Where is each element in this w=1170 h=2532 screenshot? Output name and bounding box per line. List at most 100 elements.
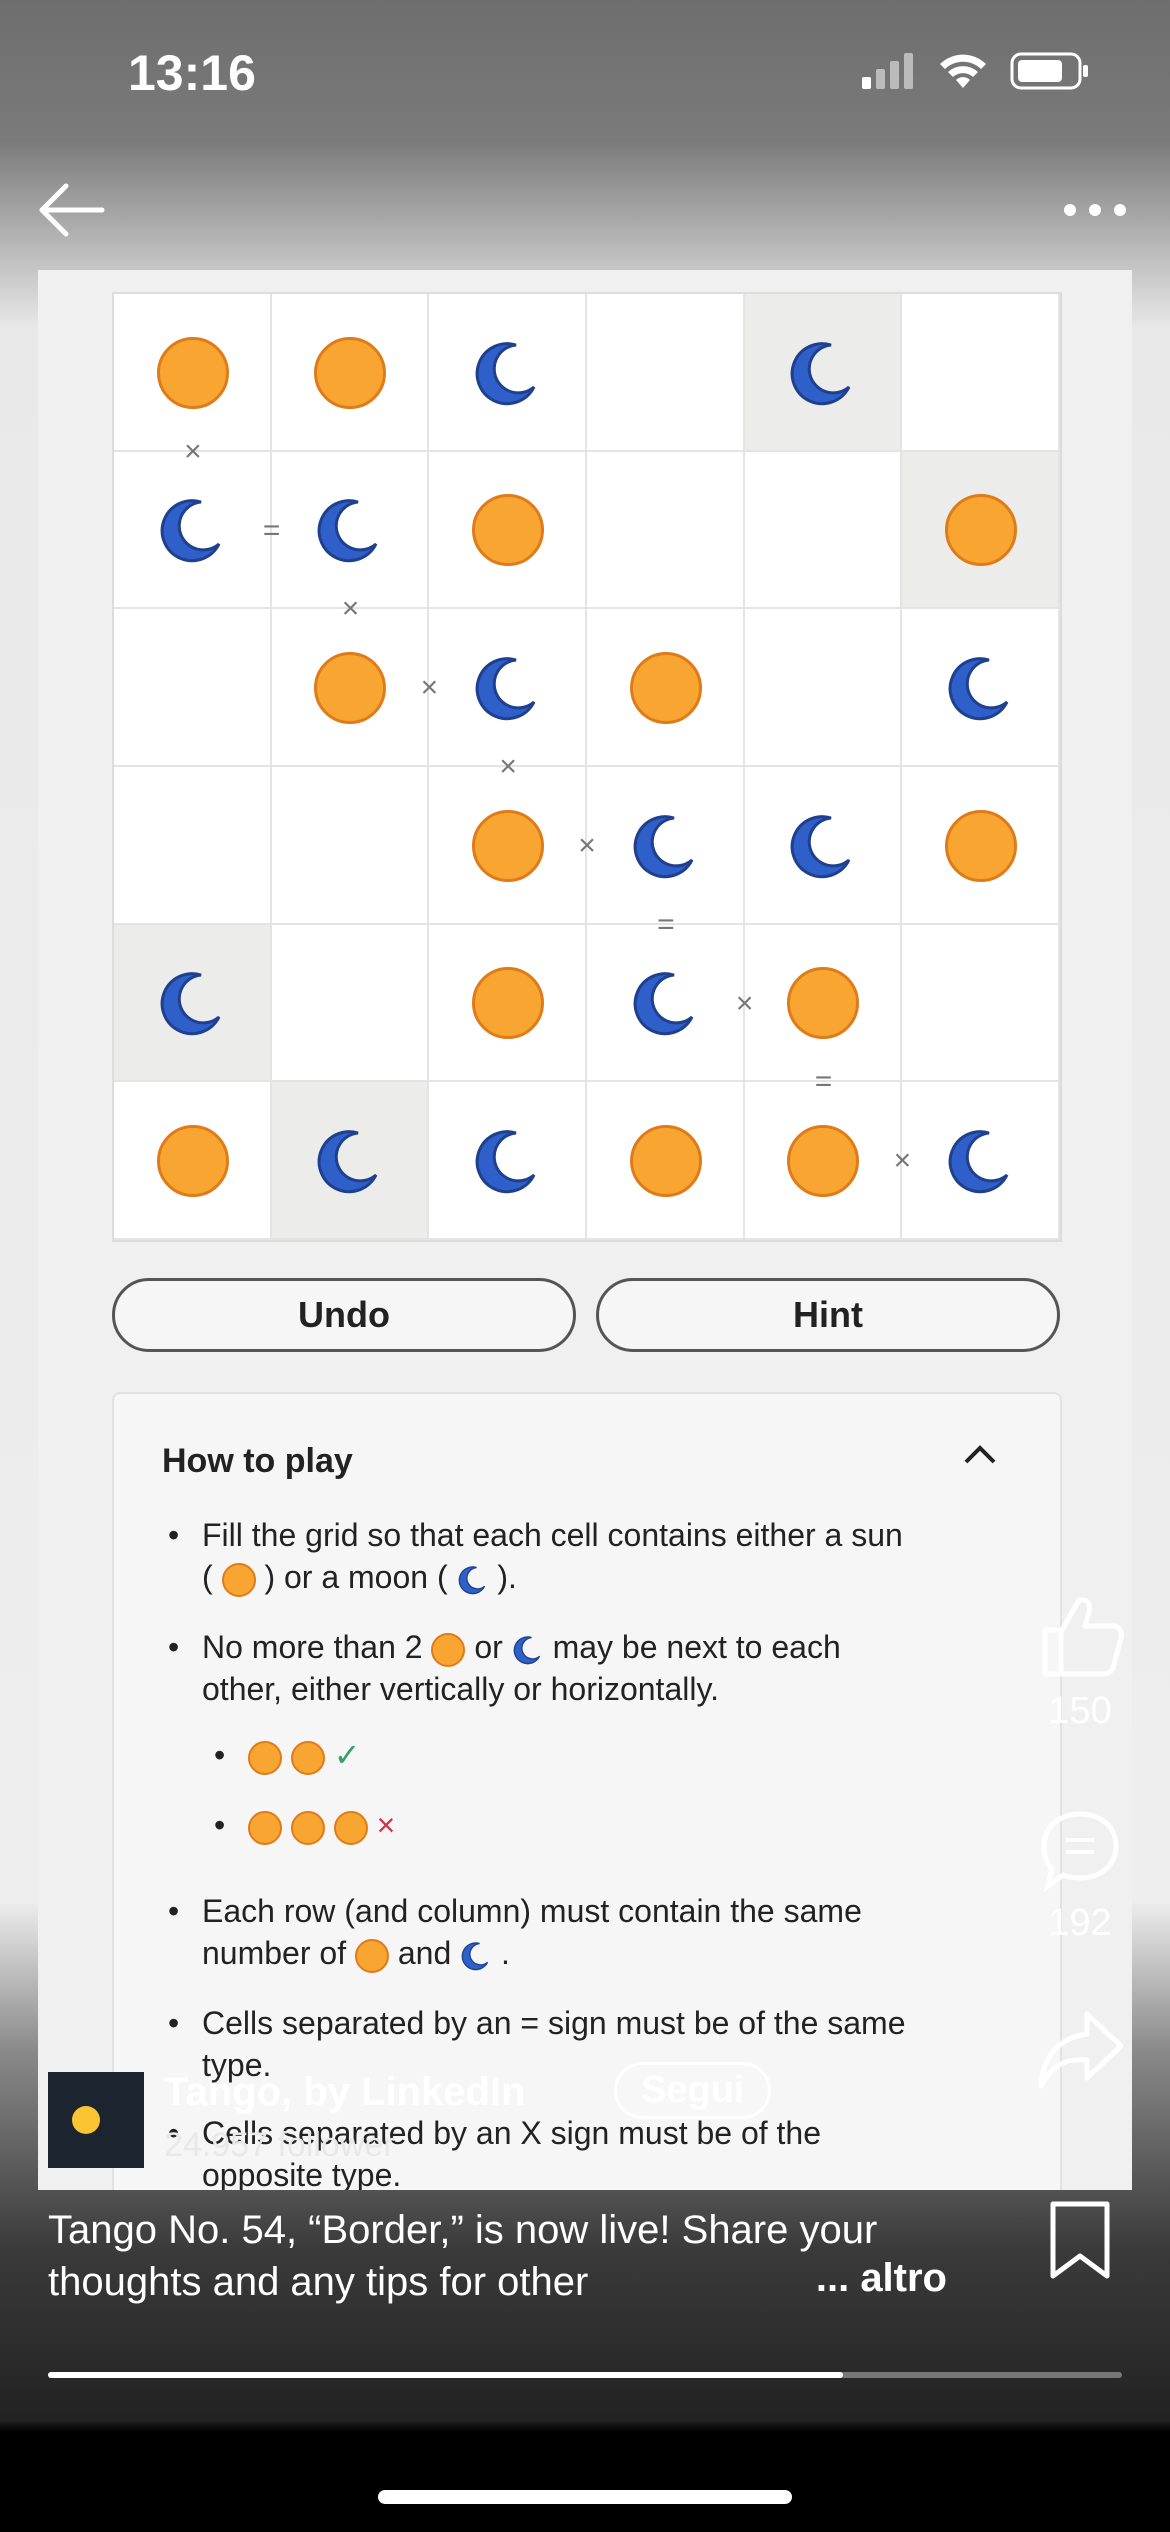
sun-icon [354, 1938, 389, 1973]
post-media[interactable]: × = × × × × = × = × Undo Hint How to play • Fill … [38, 270, 1132, 2190]
grid-cell[interactable] [271, 767, 430, 925]
rule-text: ) or a moon ( [264, 1559, 448, 1595]
share-icon[interactable] [1035, 2008, 1125, 2094]
grid-cell[interactable] [744, 767, 903, 925]
rule-text: Cells separated by an = sign must be of … [202, 2005, 906, 2041]
grid-cell[interactable] [114, 609, 272, 767]
moon-icon [461, 1941, 489, 1970]
sun-icon [945, 809, 1018, 882]
comment-icon[interactable] [1038, 1808, 1122, 1893]
grid-cell[interactable] [744, 294, 903, 452]
sun-icon [290, 1740, 325, 1775]
grid-cell[interactable] [271, 1082, 430, 1240]
cross-sign: × [420, 671, 439, 705]
grid-cell[interactable] [429, 924, 587, 1083]
thumbs-up-icon[interactable] [1035, 1590, 1125, 1680]
grid-cell[interactable] [902, 1082, 1060, 1240]
share-action[interactable] [990, 2008, 1170, 2104]
status-icons [862, 52, 1090, 90]
battery-icon [1010, 52, 1088, 90]
hint-button[interactable]: Hint [596, 1278, 1060, 1352]
moon-icon [948, 1130, 1009, 1194]
back-arrow-icon[interactable] [36, 180, 106, 240]
sun-icon [472, 494, 545, 567]
grid-cell[interactable] [744, 924, 903, 1083]
grid-cell[interactable] [114, 294, 272, 452]
bookmark-icon[interactable] [1045, 2200, 1115, 2280]
grid-cell[interactable] [271, 451, 430, 610]
rule-text: may be next to each [552, 1629, 841, 1665]
undo-button[interactable]: Undo [112, 1278, 576, 1352]
grid-cell[interactable] [744, 1082, 903, 1240]
rule-text: Each row (and column) must contain the s… [202, 1893, 862, 1929]
like-action[interactable]: 150 [990, 1590, 1170, 1733]
grid-cell[interactable] [429, 294, 587, 452]
grid-cell[interactable] [902, 451, 1060, 610]
cross-sign: × [893, 1144, 912, 1178]
grid-cell[interactable] [902, 924, 1060, 1083]
grid-cell[interactable] [744, 609, 903, 767]
more-options-icon[interactable] [1060, 190, 1130, 230]
how-to-play-title: How to play [162, 1442, 353, 1480]
follow-button[interactable]: Segui [614, 2062, 772, 2119]
grid-cell[interactable] [114, 767, 272, 925]
comment-count: 192 [1048, 1902, 1112, 1944]
grid-cell[interactable] [271, 924, 430, 1083]
grid-cell[interactable] [587, 924, 745, 1083]
grid-cell[interactable] [114, 924, 272, 1083]
moon-icon [160, 972, 221, 1036]
sun-icon [314, 336, 387, 409]
grid-cell[interactable] [271, 609, 430, 767]
rule-text: No more than 2 [202, 1629, 423, 1665]
moon-icon [318, 1130, 378, 1194]
grid-cell[interactable] [429, 767, 587, 925]
follower-count: 24.957 follower [164, 2126, 395, 2164]
wifi-icon [940, 54, 986, 88]
equal-sign: = [657, 907, 675, 941]
moon-icon [948, 657, 1009, 721]
home-indicator[interactable] [378, 2490, 792, 2504]
tango-grid: × = × × × × = × = × [112, 292, 1062, 1242]
moon-icon [513, 1635, 540, 1664]
rule-text: and [397, 1935, 452, 1971]
moon-icon [633, 972, 694, 1036]
save-action[interactable] [990, 2200, 1170, 2290]
rule-text: or [474, 1629, 503, 1665]
sun-icon [787, 1125, 860, 1198]
comment-action[interactable]: 192 [990, 1808, 1170, 1945]
sun-icon [290, 1810, 325, 1845]
see-more-link[interactable]: ... altro [816, 2256, 947, 2301]
grid-cell[interactable] [587, 1082, 745, 1240]
check-icon: ✓ [333, 1737, 361, 1773]
avatar[interactable] [48, 2072, 144, 2168]
sun-icon [472, 809, 545, 882]
grid-cell[interactable] [587, 451, 745, 610]
grid-cell[interactable] [902, 767, 1060, 925]
grid-cell[interactable] [429, 609, 587, 767]
author-name[interactable]: Tango, by LinkedIn [164, 2070, 525, 2115]
sun-icon [248, 1810, 282, 1845]
grid-cell[interactable] [114, 1082, 272, 1240]
grid-cell[interactable] [587, 767, 745, 925]
grid-cell[interactable] [114, 451, 272, 610]
grid-cell[interactable] [587, 294, 745, 452]
sun-icon [156, 1125, 229, 1198]
chevron-up-icon[interactable] [960, 1440, 1000, 1470]
sun-icon [629, 652, 702, 725]
rule-item: • Each row (and column) must contain the… [168, 1893, 862, 1973]
cross-sign: × [341, 592, 360, 626]
grid-cell[interactable] [587, 609, 745, 767]
moon-icon [318, 499, 378, 563]
caption-line: Tango No. 54, “Border,” is now live! Sha… [48, 2208, 878, 2252]
grid-cell[interactable] [744, 451, 903, 610]
grid-cell[interactable] [429, 451, 587, 610]
sun-icon [629, 1125, 702, 1198]
grid-cell[interactable] [271, 294, 430, 452]
moon-icon [633, 814, 694, 878]
grid-cell[interactable] [902, 609, 1060, 767]
video-progress-fill [48, 2372, 843, 2378]
video-progress-bar[interactable] [48, 2372, 1122, 2378]
grid-cell[interactable] [429, 1082, 587, 1240]
moon-icon [458, 1565, 485, 1594]
grid-cell[interactable] [902, 294, 1060, 452]
